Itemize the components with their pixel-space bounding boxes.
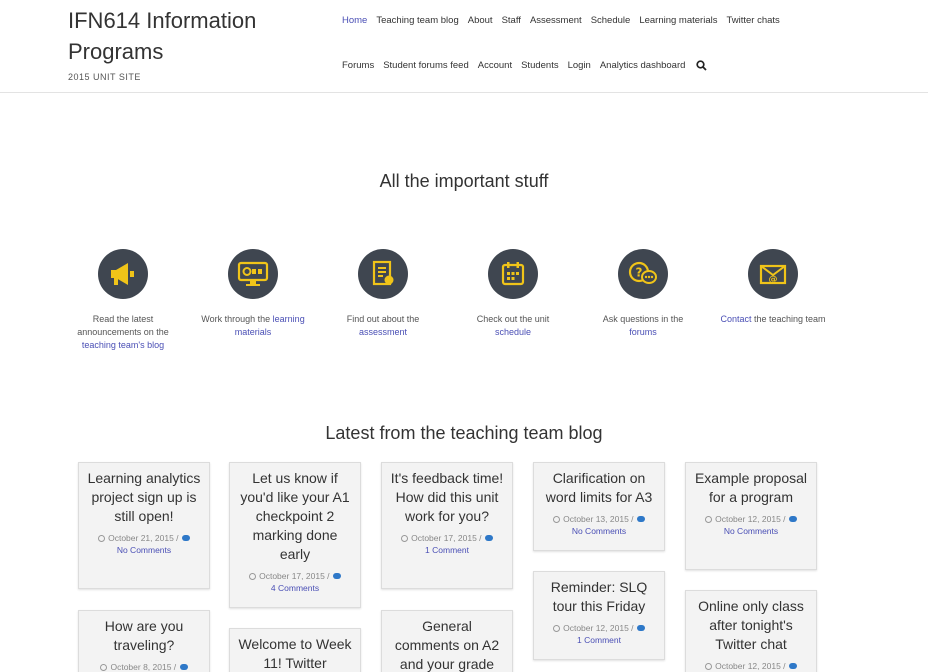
nav-about[interactable]: About (468, 15, 493, 26)
comment-icon (484, 535, 493, 541)
post-date: October 17, 2015 (411, 533, 477, 543)
svg-text:@: @ (769, 275, 778, 285)
schedule-link[interactable]: schedule (495, 327, 531, 337)
post-title[interactable]: Example proposal for a program (694, 469, 808, 507)
post-title[interactable]: Learning analytics project sign up is st… (87, 469, 201, 526)
forums-link[interactable]: forums (629, 327, 657, 337)
blog-heading: Latest from the teaching team blog (325, 423, 603, 443)
post-date: October 8, 2015 (110, 662, 172, 672)
nav-staff[interactable]: Staff (502, 15, 521, 26)
important-stuff-heading: All the important stuff (379, 171, 549, 191)
feature-text: Find out about the (346, 314, 420, 324)
feature-contact: @ Contact the teaching team (718, 249, 828, 326)
post-date: October 13, 2015 (563, 514, 629, 524)
blog-card[interactable]: It's feedback time! How did this unit wo… (381, 462, 513, 589)
megaphone-icon[interactable] (98, 249, 148, 299)
comments-link[interactable]: No Comments (694, 525, 808, 537)
clock-icon (705, 516, 713, 523)
comments-link[interactable]: 1 Comment (390, 544, 504, 556)
calendar-icon[interactable] (488, 249, 538, 299)
blog-card[interactable]: Example proposal for a program October 1… (685, 462, 817, 570)
feature-learning-materials: Work through the learning materials (198, 249, 308, 339)
blog-card[interactable]: How are you traveling? October 8, 2015 / (78, 610, 210, 672)
nav-account[interactable]: Account (478, 60, 512, 72)
post-title[interactable]: General comments on A2 and your grade (390, 617, 504, 672)
post-title[interactable]: Let us know if you'd like your A1 checkp… (238, 469, 352, 564)
post-date: October 17, 2015 (259, 571, 325, 581)
nav-forums[interactable]: Forums (342, 60, 374, 72)
feature-text: the teaching team (751, 314, 826, 324)
post-date: October 12, 2015 (715, 661, 781, 671)
clock-icon (100, 664, 108, 671)
blog-card[interactable]: Let us know if you'd like your A1 checkp… (229, 462, 361, 608)
nav-student-forums-feed[interactable]: Student forums feed (383, 60, 469, 72)
post-title[interactable]: Reminder: SLQ tour this Friday (542, 578, 656, 616)
comments-link[interactable]: No Comments (87, 544, 201, 556)
comments-link[interactable]: 1 Comment (542, 634, 656, 646)
search-icon[interactable] (696, 60, 708, 72)
comment-icon (179, 664, 188, 670)
clock-icon (401, 535, 409, 542)
nav-home[interactable]: Home (342, 15, 367, 26)
chat-question-icon[interactable]: ? (618, 249, 668, 299)
blog-card[interactable]: Reminder: SLQ tour this Friday October 1… (533, 571, 665, 660)
comment-icon (636, 625, 645, 631)
clock-icon (98, 535, 106, 542)
main-nav-row-1: Home Teaching team blog About Staff Asse… (342, 15, 789, 26)
site-title[interactable]: IFN614 Information Programs (68, 5, 308, 67)
nav-schedule[interactable]: Schedule (591, 15, 631, 26)
nav-learning-materials[interactable]: Learning materials (639, 15, 717, 26)
feature-text: Check out the unit (476, 314, 550, 324)
contact-link[interactable]: Contact (720, 314, 751, 324)
envelope-icon[interactable]: @ (748, 249, 798, 299)
feature-announcements: Read the latest announcements on the tea… (68, 249, 178, 352)
blog-card[interactable]: Welcome to Week 11! Twitter (229, 628, 361, 672)
blog-card[interactable]: Learning analytics project sign up is st… (78, 462, 210, 589)
feature-assessment: Find out about the assessment (328, 249, 438, 339)
teaching-blog-link[interactable]: teaching team's blog (82, 340, 164, 350)
feature-forums: ? Ask questions in the forums (588, 249, 698, 339)
feature-schedule: Check out the unit schedule (458, 249, 568, 339)
assessment-link[interactable]: assessment (359, 327, 407, 337)
document-icon[interactable] (358, 249, 408, 299)
blog-card[interactable]: General comments on A2 and your grade (381, 610, 513, 672)
nav-teaching-team-blog[interactable]: Teaching team blog (376, 15, 458, 26)
post-title[interactable]: It's feedback time! How did this unit wo… (390, 469, 504, 526)
post-title[interactable]: Online only class after tonight's Twitte… (694, 597, 808, 654)
blog-card[interactable]: Clarification on word limits for A3 Octo… (533, 462, 665, 551)
main-nav-row-2: Forums Student forums feed Account Stude… (342, 60, 708, 72)
comment-icon (788, 663, 797, 669)
comment-icon (636, 516, 645, 522)
feature-text: Work through the (201, 314, 273, 324)
post-title[interactable]: Welcome to Week 11! Twitter (238, 635, 352, 672)
site-subtitle: 2015 UNIT SITE (68, 72, 141, 82)
comments-link[interactable]: 4 Comments (238, 582, 352, 594)
nav-assessment[interactable]: Assessment (530, 15, 582, 26)
post-date: October 12, 2015 (715, 514, 781, 524)
clock-icon (705, 663, 713, 670)
post-date: October 12, 2015 (563, 623, 629, 633)
post-title[interactable]: How are you traveling? (87, 617, 201, 655)
nav-analytics-dashboard[interactable]: Analytics dashboard (600, 60, 686, 72)
clock-icon (249, 573, 257, 580)
post-date: October 21, 2015 (108, 533, 174, 543)
learning-screen-icon[interactable] (228, 249, 278, 299)
post-title[interactable]: Clarification on word limits for A3 (542, 469, 656, 507)
site-header: IFN614 Information Programs 2015 UNIT SI… (0, 0, 928, 93)
clock-icon (553, 625, 561, 632)
feature-text: Ask questions in the (602, 314, 684, 324)
nav-login[interactable]: Login (568, 60, 591, 72)
comment-icon (788, 516, 797, 522)
feature-text: Read the latest announcements on the (77, 314, 169, 337)
nav-twitter-chats[interactable]: Twitter chats (726, 15, 779, 26)
comments-link[interactable]: No Comments (542, 525, 656, 537)
blog-card[interactable]: Online only class after tonight's Twitte… (685, 590, 817, 672)
clock-icon (553, 516, 561, 523)
comment-icon (332, 573, 341, 579)
comment-icon (181, 535, 190, 541)
nav-students[interactable]: Students (521, 60, 559, 72)
